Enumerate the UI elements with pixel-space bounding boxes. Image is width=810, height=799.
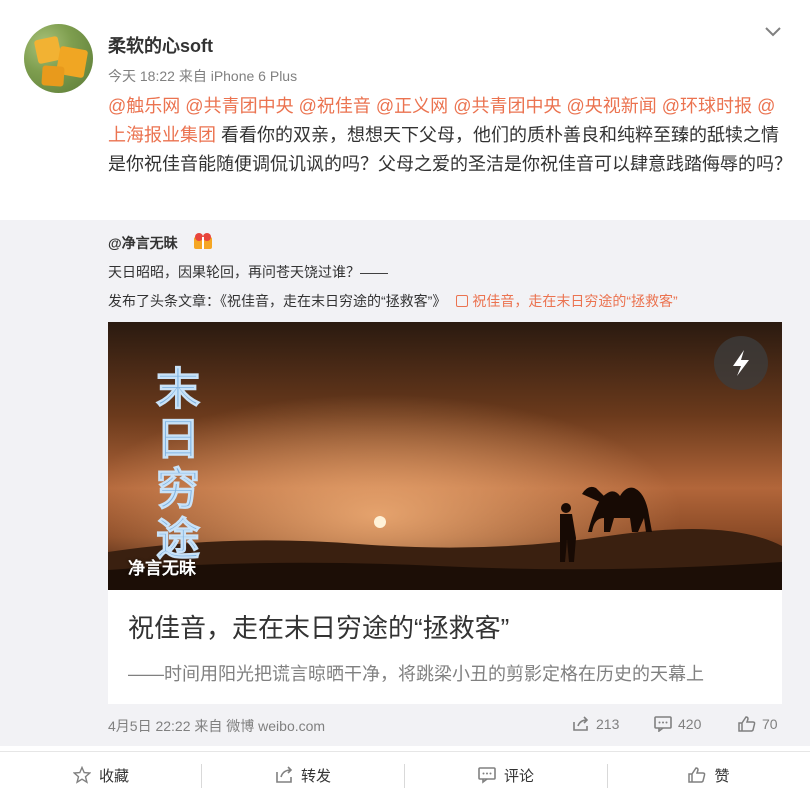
share-icon bbox=[573, 716, 589, 731]
retweet-block: @净言无昧 天日昭昭，因果轮回，再问苍天饶过谁？—— 发布了头条文章：《祝佳音，… bbox=[0, 220, 810, 746]
article-link[interactable]: 祝佳音，走在末日穷途的“拯救客” bbox=[472, 293, 677, 309]
retweet-like-count[interactable]: 70 bbox=[738, 716, 778, 732]
image-title-char: 日 bbox=[156, 414, 200, 465]
retweet-article-prefix: 发布了头条文章：《祝佳音，走在末日穷途的“拯救客”》 bbox=[108, 293, 447, 309]
mention-link[interactable]: @祝佳音 bbox=[299, 96, 371, 116]
comment-icon bbox=[478, 767, 496, 784]
article-card[interactable]: 末 日 穷 途 净言无昧 祝佳音，走在末日穷途的“拯救客” ——时间用阳光把谎言… bbox=[108, 322, 782, 704]
mention-link[interactable]: @环球时 bbox=[662, 96, 734, 116]
action-bar: 收藏 转发 评论 赞 bbox=[0, 751, 810, 799]
mention-link[interactable]: 报 bbox=[734, 96, 752, 116]
comment-label: 评论 bbox=[503, 767, 534, 785]
post-text: @触乐网 @共青团中央 @祝佳音 @正义网 @共青团中央 @央视新闻 @环球时报… bbox=[108, 92, 792, 179]
retweet-repost-count[interactable]: 213 bbox=[572, 716, 619, 732]
avatar[interactable] bbox=[24, 24, 93, 93]
article-cover-image: 末 日 穷 途 净言无昧 bbox=[108, 322, 782, 590]
mention-link[interactable]: @共青团中央 bbox=[185, 96, 293, 116]
username[interactable]: 柔软的心soft bbox=[108, 32, 213, 58]
mention-link[interactable]: @正义网 bbox=[376, 96, 448, 116]
favorite-label: 收藏 bbox=[98, 767, 129, 785]
vip-badge-icon bbox=[194, 233, 212, 249]
chevron-down-icon[interactable] bbox=[764, 22, 782, 40]
article-title[interactable]: 祝佳音，走在末日穷途的“拯救客” bbox=[128, 608, 509, 645]
comment-count: 420 bbox=[678, 716, 702, 732]
repost-count: 213 bbox=[596, 716, 620, 732]
article-link-icon bbox=[456, 295, 469, 307]
retweet-comment-count[interactable]: 420 bbox=[654, 716, 701, 732]
favorite-button[interactable]: 收藏 bbox=[0, 752, 202, 798]
star-icon bbox=[72, 766, 91, 784]
mention-link[interactable]: @央视新闻 bbox=[566, 96, 656, 116]
post-body: 践踏侮辱的吗？ bbox=[666, 154, 792, 174]
post-body: 看看你的双亲，想想天下父母，他们的质朴善良和纯粹至臻的 bbox=[216, 125, 707, 145]
post-meta: 今天 18:22 来自 iPhone 6 Plus bbox=[108, 68, 298, 84]
flash-icon[interactable] bbox=[714, 336, 768, 390]
retweet-username[interactable]: @净言无昧 bbox=[108, 233, 178, 253]
article-subtitle: ——时间用阳光把谎言晾晒干净，将跳梁小丑的剪影定格在历史的天幕上 bbox=[128, 664, 704, 684]
image-title-char: 末 bbox=[156, 364, 200, 415]
share-icon bbox=[276, 766, 293, 783]
thumbs-up-icon bbox=[688, 767, 706, 783]
repost-button[interactable]: 转发 bbox=[202, 752, 404, 798]
comment-button[interactable]: 评论 bbox=[405, 752, 607, 798]
like-label: 赞 bbox=[714, 767, 730, 785]
image-title-char: 穷 bbox=[156, 464, 200, 515]
retweet-date: 4月5日 22:22 来自 微博 weibo.com bbox=[108, 718, 326, 734]
like-button[interactable]: 赞 bbox=[608, 752, 810, 798]
retweet-text: 天日昭昭，因果轮回，再问苍天饶过谁？—— bbox=[108, 264, 388, 280]
repost-label: 转发 bbox=[300, 767, 331, 785]
mention-link[interactable]: @共青团中央 bbox=[453, 96, 561, 116]
retweet-article-line: 发布了头条文章：《祝佳音，走在末日穷途的“拯救客”》 祝佳音，走在末日穷途的“拯救… bbox=[108, 291, 678, 311]
like-count: 70 bbox=[762, 716, 778, 732]
sunset-desert-image: 末 日 穷 途 bbox=[108, 322, 782, 590]
mention-line: @触乐网 @共青团中央 @祝佳音 @正义网 @共青团中央 @央视新闻 @环球时报… bbox=[108, 96, 792, 174]
comment-icon bbox=[654, 716, 672, 732]
thumbs-up-icon bbox=[738, 716, 756, 732]
mention-link[interactable]: @触乐网 bbox=[108, 96, 180, 116]
image-watermark: 净言无昧 bbox=[128, 559, 196, 578]
